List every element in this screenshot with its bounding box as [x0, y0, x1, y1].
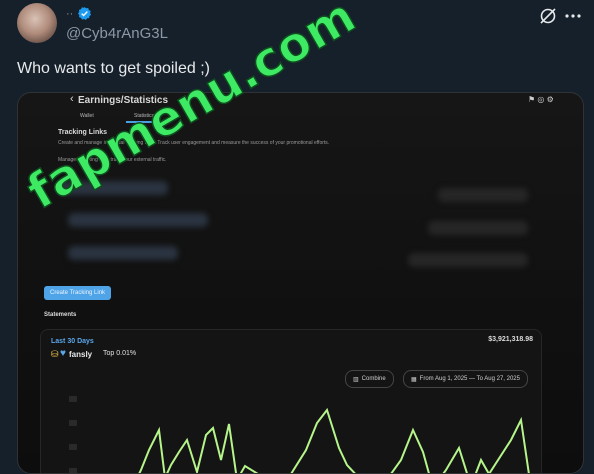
- blurred-link: [68, 213, 208, 227]
- tab-underline: [126, 121, 171, 123]
- earnings-amount: $3,921,318.98: [488, 336, 533, 343]
- screen-section-desc2: Managed tracking links track your extern…: [58, 157, 167, 163]
- earnings-chart: [69, 396, 530, 473]
- date-range-label: From Aug 1, 2025 — To Aug 27, 2025: [419, 376, 520, 382]
- screen-tab-statistics: Statistics: [134, 113, 155, 119]
- coins-icon: ⛁: [51, 349, 59, 359]
- create-tracking-link-button: Create Tracking Link: [44, 286, 112, 300]
- chart-icon: ▥: [353, 376, 359, 383]
- statements-panel: Last 30 Days $3,921,318.98 ⛁ ♥ fansly To…: [40, 329, 542, 473]
- axis-tick: [69, 396, 77, 402]
- author-row: ··: [66, 6, 92, 21]
- author-handle[interactable]: @Cyb4rAnG3L: [66, 25, 168, 42]
- more-dots-icon[interactable]: [563, 6, 583, 26]
- period-label: Last 30 Days: [51, 338, 94, 345]
- rank-label: Top 0.01%: [103, 350, 137, 357]
- avatar[interactable]: [17, 3, 57, 43]
- chart-series-line: [138, 407, 530, 473]
- statements-label: Statements: [44, 312, 77, 318]
- brand-label: fansly: [69, 350, 93, 359]
- tweet-text: Who wants to get spoiled ;): [17, 60, 210, 77]
- date-range-pill: ▦ From Aug 1, 2025 — To Aug 27, 2025: [403, 370, 528, 388]
- combine-pill: ▥ Combine: [345, 370, 394, 388]
- blurred-link: [68, 246, 178, 260]
- screen-icons: ⚑ ◎ ⚙: [528, 95, 554, 104]
- verified-badge-icon: [77, 6, 92, 21]
- blurred-stat: [408, 253, 528, 267]
- author-name[interactable]: ··: [66, 8, 73, 20]
- screen-page-title: Earnings/Statistics: [78, 95, 169, 106]
- heart-icon: ♥: [60, 348, 66, 359]
- no-signal-icon[interactable]: [538, 6, 558, 26]
- blurred-stat: [428, 221, 528, 235]
- back-icon: ‹: [70, 93, 74, 105]
- screen-section-title: Tracking Links: [58, 129, 108, 136]
- axis-tick: [69, 468, 77, 473]
- axis-tick: [69, 444, 77, 450]
- blurred-link: [58, 181, 168, 195]
- calendar-icon: ▦: [411, 376, 417, 383]
- screen-tab-wallet: Wallet: [80, 113, 94, 119]
- tweet-media-image[interactable]: ‹ Earnings/Statistics ⚑ ◎ ⚙ Wallet Stati…: [17, 92, 584, 474]
- combine-label: Combine: [361, 376, 386, 382]
- blurred-stat: [438, 188, 528, 202]
- axis-tick: [69, 420, 77, 426]
- screen-section-desc: Create and manage individual tracking li…: [58, 140, 330, 146]
